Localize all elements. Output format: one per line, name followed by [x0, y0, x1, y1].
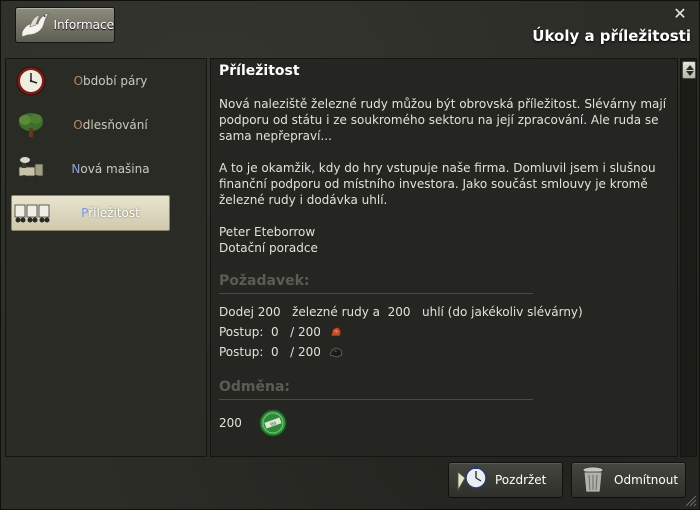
iron-ore-icon [330, 326, 342, 337]
requirement-text: Dodej 200 železné rudy a 200 uhlí (do ja… [219, 305, 583, 319]
mission-title: Příležitost [219, 63, 300, 79]
info-button-label: Informace [53, 18, 114, 32]
signature-role: Dotační poradce [219, 241, 318, 255]
progress-iron: Postup: 0 / 200 [219, 325, 321, 339]
refuse-label: Odmítnout [614, 473, 679, 487]
mission-detail-panel: Příležitost Nová naleziště železné rudy … [210, 58, 678, 457]
reward-row: 200 §§§ [219, 408, 669, 438]
wagon-icon [12, 197, 52, 229]
window-header: Informace ✕ Úkoly a příležitosti [1, 1, 700, 57]
postpone-label: Pozdržet [495, 473, 547, 487]
sidebar-item-initial: O [73, 74, 84, 88]
sidebar-item-label: dlesňování [82, 118, 148, 132]
info-button[interactable]: Informace [15, 7, 115, 43]
reward-heading: Odměna: [219, 379, 533, 400]
sidebar-item-obdobi-pary[interactable]: Období páry [11, 63, 170, 99]
progress-coal-row: Postup: 0 / 200 [219, 342, 669, 362]
sidebar-item-odlesnovani[interactable]: Odlesňování [11, 107, 170, 143]
signature-name: Peter Eteborrow [219, 225, 316, 239]
coal-icon [329, 347, 343, 358]
mission-window: Informace ✕ Úkoly a příležitosti Období … [0, 0, 700, 510]
progress-iron-row: Postup: 0 / 200 [219, 322, 669, 342]
window-title: Úkoly a příležitosti [532, 27, 691, 45]
sidebar-item-nova-masina[interactable]: Nová mašina [11, 151, 170, 187]
close-icon[interactable]: ✕ [673, 6, 687, 22]
postpone-button[interactable]: Pozdržet [448, 462, 563, 498]
sidebar-item-label: říležitost [88, 206, 140, 220]
money-icon: §§§ [259, 409, 287, 437]
sidebar-item-initial: O [73, 118, 83, 132]
requirement-heading: Požadavek: [219, 273, 533, 294]
scroll-arrows-icon[interactable] [682, 61, 696, 79]
stopwatch-icon [457, 466, 487, 492]
mission-description-2: A to je okamžik, kdy do hry vstupuje naš… [219, 161, 656, 207]
dove-icon [21, 12, 50, 38]
content-scrollbar[interactable] [680, 58, 697, 457]
mission-description-1: Nová naleziště železné rudy můžou být ob… [219, 97, 667, 143]
trash-can-icon [582, 466, 604, 493]
resize-grip-icon[interactable] [685, 495, 697, 507]
clock-icon [11, 65, 51, 97]
refuse-button[interactable]: Odmítnout [571, 462, 686, 498]
sidebar-item-label: bdobí páry [83, 74, 148, 88]
sidebar-item-prilezitost[interactable]: Příležitost [11, 195, 170, 231]
sidebar-item-label: ová mašina [80, 162, 150, 176]
mission-sidebar: Období páry Odlesňování Nová mašina Příl… [5, 58, 207, 457]
tree-icon [11, 109, 51, 141]
locomotive-icon [11, 153, 51, 185]
reward-value: 200 [219, 416, 242, 430]
progress-coal: Postup: 0 / 200 [219, 345, 321, 359]
